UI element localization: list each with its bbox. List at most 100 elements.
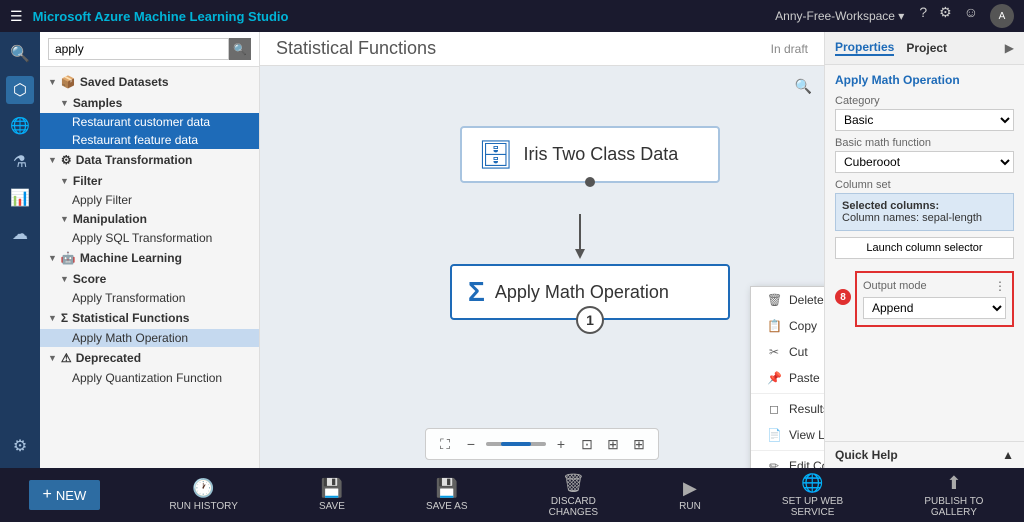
chevron-down-icon: ▼	[60, 176, 69, 186]
nav-settings-icon[interactable]: ⚙	[6, 432, 34, 460]
nav-experiments-icon[interactable]: ⚗	[6, 148, 34, 176]
set-up-web-service-button[interactable]: 🌐 SET UP WEBSERVICE	[770, 469, 855, 522]
category-icon: ⚠	[61, 351, 72, 365]
search-input[interactable]	[48, 38, 229, 60]
sidebar-subcategory-manipulation[interactable]: ▼ Manipulation	[40, 209, 259, 229]
nav-datasets-icon[interactable]: 📊	[6, 184, 34, 212]
node-apply-math[interactable]: Σ Apply Math Operation 1	[450, 264, 730, 320]
separator2	[751, 450, 824, 451]
collapse-icon[interactable]: ▶	[1005, 41, 1014, 55]
context-menu-edit-comment[interactable]: ✏ Edit Comment	[751, 453, 824, 468]
context-menu-copy[interactable]: 📋 Copy	[751, 313, 824, 339]
node1-output-port[interactable]	[585, 177, 595, 187]
context-menu-viewlog-label: View Log	[789, 428, 824, 442]
run-history-button[interactable]: 🕐 RUN HISTORY	[157, 474, 250, 516]
search-button[interactable]: 🔍	[229, 38, 251, 60]
run-play-icon: ▶	[683, 478, 697, 499]
sidebar-subcategory-score[interactable]: ▼ Score	[40, 269, 259, 289]
sidebar-item-apply-sql[interactable]: Apply SQL Transformation	[40, 229, 259, 247]
category-label: Saved Datasets	[80, 75, 169, 89]
category-label: Statistical Functions	[72, 311, 189, 325]
chevron-down-icon: ▼	[48, 77, 57, 87]
canvas-title: Statistical Functions	[276, 38, 436, 59]
discard-button[interactable]: 🗑 DISCARDCHANGES	[537, 469, 610, 522]
users-icon[interactable]: ⚙	[939, 4, 952, 28]
node1-label: Iris Two Class Data	[524, 144, 679, 165]
tab-properties[interactable]: Properties	[835, 40, 894, 56]
output-mode-label: Output mode	[863, 280, 994, 292]
canvas-search-icon[interactable]: 🔍	[795, 78, 812, 95]
node-iris[interactable]: 🗄 Iris Two Class Data	[460, 126, 720, 183]
sidebar-category-ml[interactable]: ▼ 🤖 Machine Learning	[40, 247, 259, 269]
category-icon: Σ	[61, 311, 68, 325]
topbar: ☰ Microsoft Azure Machine Learning Studi…	[0, 0, 1024, 32]
sidebar-category-deprecated[interactable]: ▼ ⚠ Deprecated	[40, 347, 259, 369]
nav-modules-icon[interactable]: ⬡	[6, 76, 34, 104]
paste-icon: 📌	[767, 371, 781, 385]
workspace-selector[interactable]: Anny-Free-Workspace ▾	[775, 9, 904, 23]
sidebar-item-restaurant-feature[interactable]: Restaurant feature data	[40, 131, 259, 149]
publish-to-gallery-button[interactable]: ⬆ PUBLISH TOGALLERY	[912, 469, 995, 522]
sidebar-subcategory-samples[interactable]: ▼ Samples	[40, 93, 259, 113]
delete-icon: 🗑	[767, 293, 781, 307]
new-button[interactable]: + NEW	[29, 480, 101, 510]
launch-column-selector-button[interactable]: Launch column selector	[835, 237, 1014, 259]
save-button[interactable]: 💾 SAVE	[307, 474, 357, 516]
properties-panel: Properties Project ▶ Apply Math Operatio…	[824, 32, 1024, 468]
arrange-icon[interactable]: ⊞	[628, 433, 650, 455]
sidebar-category-data-transformation[interactable]: ▼ ⚙ Data Transformation	[40, 149, 259, 171]
save-as-button[interactable]: 💾 SAVE AS	[414, 474, 480, 516]
zoom-slider[interactable]	[486, 442, 546, 446]
zoom-fit-icon[interactable]: ⊡	[576, 433, 598, 455]
zoom-100-icon[interactable]: ⊞	[602, 433, 624, 455]
nav-search-icon[interactable]: 🔍	[6, 40, 34, 68]
prop-category-select[interactable]: Basic Comparison Operations	[835, 109, 1014, 131]
zoom-in-icon[interactable]: +	[550, 433, 572, 455]
chevron-down-icon: ▼	[48, 155, 57, 165]
sidebar: 🔍 ▼ 📦 Saved Datasets ▼ Samples Restauran…	[40, 32, 260, 468]
avatar[interactable]: A	[990, 4, 1014, 28]
output-mode-settings-icon[interactable]: ⋮	[994, 279, 1006, 293]
canvas-body[interactable]: 🔍 🗄 Iris Two Class Data Σ Apply Math Ope…	[260, 66, 824, 468]
separator1	[751, 393, 824, 394]
nav-services-icon[interactable]: ☁	[6, 220, 34, 248]
output-mode-section: Output mode ⋮ Append ResultOnly Inplace	[855, 271, 1014, 327]
output-mode-header: Output mode ⋮	[863, 279, 1006, 293]
run-button[interactable]: ▶ RUN	[667, 474, 713, 516]
context-menu-cut[interactable]: ✂ Cut	[751, 339, 824, 365]
canvas-header: Statistical Functions In draft	[260, 32, 824, 66]
output-mode-select[interactable]: Append ResultOnly Inplace	[863, 297, 1006, 319]
fit-icon[interactable]: ⛶	[434, 433, 456, 455]
zoom-out-icon[interactable]: −	[460, 433, 482, 455]
quick-help-section[interactable]: Quick Help ▲	[825, 441, 1024, 468]
sidebar-category-statistical[interactable]: ▼ Σ Statistical Functions	[40, 307, 259, 329]
tab-project[interactable]: Project	[906, 41, 947, 55]
sidebar-subcategory-filter[interactable]: ▼ Filter	[40, 171, 259, 191]
canvas-status: In draft	[771, 42, 808, 56]
sidebar-item-apply-transformation[interactable]: Apply Transformation	[40, 289, 259, 307]
prop-column-set-label: Column set	[835, 179, 1014, 191]
save-as-label: SAVE AS	[426, 501, 468, 512]
prop-math-fn-select[interactable]: Cuberooot Abs Sqrt	[835, 151, 1014, 173]
context-menu-delete-label: Delete	[789, 293, 824, 307]
chevron-down-icon: ▼	[48, 253, 57, 263]
node2-label: Apply Math Operation	[495, 282, 669, 303]
sidebar-item-apply-quantization[interactable]: Apply Quantization Function	[40, 369, 259, 387]
sidebar-category-saved-datasets[interactable]: ▼ 📦 Saved Datasets	[40, 71, 259, 93]
context-menu-paste[interactable]: 📌 Paste	[751, 365, 824, 391]
prop-section-apply-math[interactable]: Apply Math Operation	[835, 73, 1014, 87]
sidebar-item-apply-math[interactable]: Apply Math Operation	[40, 329, 259, 347]
sidebar-item-restaurant-customer[interactable]: Restaurant customer data	[40, 113, 259, 131]
nav-globe-icon[interactable]: 🌐	[6, 112, 34, 140]
help-icon[interactable]: ?	[919, 4, 927, 28]
category-icon: 🤖	[61, 251, 76, 265]
chevron-down-icon: ▼	[60, 98, 69, 108]
context-menu-viewlog[interactable]: 📄 View Log ▶	[751, 422, 824, 448]
context-menu-results[interactable]: ◻ Results dataset ▶	[751, 396, 824, 422]
smiley-icon[interactable]: ☺	[964, 4, 978, 28]
context-menu-delete[interactable]: 🗑 Delete	[751, 287, 824, 313]
save-as-icon: 💾	[436, 478, 458, 499]
hamburger-icon[interactable]: ☰	[10, 8, 23, 25]
sidebar-item-apply-filter[interactable]: Apply Filter	[40, 191, 259, 209]
context-menu-cut-label: Cut	[789, 345, 808, 359]
